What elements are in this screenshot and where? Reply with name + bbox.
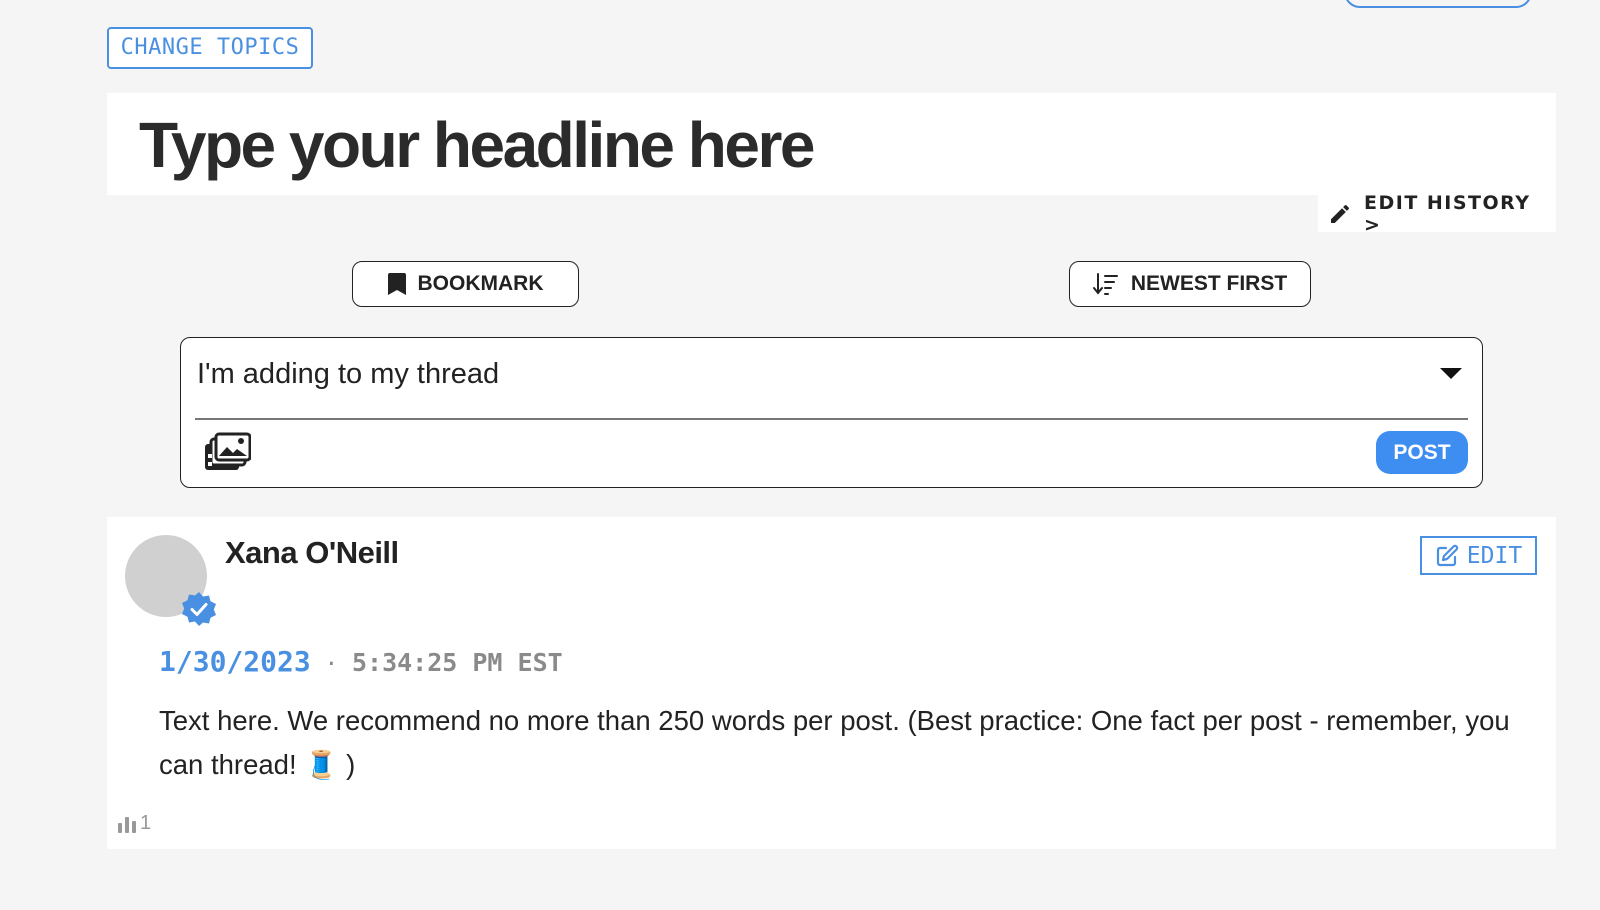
sort-label: NEWEST FIRST — [1130, 272, 1288, 295]
post-composer: I'm adding to my thread POST — [180, 337, 1483, 488]
headline[interactable]: Type your headline here — [139, 105, 815, 185]
chevron-down-icon[interactable] — [1440, 368, 1462, 379]
post-timestamp: 1/30/2023 · 5:34:25 PM EST — [159, 645, 563, 678]
sort-descending-icon — [1092, 273, 1118, 295]
edit-history-label: EDIT HISTORY > — [1364, 191, 1531, 236]
bookmark-icon — [387, 273, 406, 295]
edit-square-icon — [1436, 544, 1458, 566]
headline-container[interactable]: Type your headline here — [107, 93, 1556, 195]
media-gallery-icon[interactable] — [205, 432, 251, 472]
bookmark-button[interactable]: BOOKMARK — [352, 261, 579, 307]
edit-history-link[interactable]: EDIT HISTORY > — [1318, 192, 1556, 236]
post-body: Text here. We recommend no more than 250… — [159, 705, 1510, 780]
pencil-icon — [1331, 204, 1350, 223]
view-count: 1 — [140, 812, 152, 834]
top-partial-button[interactable] — [1344, 0, 1532, 8]
thread-mode-select[interactable]: I'm adding to my thread — [197, 358, 499, 391]
sort-newest-first-button[interactable]: NEWEST FIRST — [1069, 261, 1311, 307]
edit-post-button[interactable]: EDIT — [1420, 536, 1537, 575]
bookmark-label: BOOKMARK — [417, 272, 544, 295]
thread-post: Xana O'Neill EDIT 1/30/2023 · 5:34:25 PM… — [107, 517, 1556, 849]
post-button[interactable]: POST — [1376, 431, 1468, 474]
post-date-link[interactable]: 1/30/2023 — [159, 645, 311, 678]
post-time: 5:34:25 PM EST — [351, 648, 563, 677]
author-name[interactable]: Xana O'Neill — [225, 535, 399, 571]
verified-badge-icon — [182, 592, 216, 626]
view-stats: 1 — [117, 812, 151, 835]
bar-chart-icon — [118, 816, 136, 833]
change-topics-button[interactable]: CHANGE TOPICS — [107, 27, 313, 69]
composer-divider — [195, 418, 1468, 420]
timestamp-separator: · — [324, 652, 338, 677]
edit-label: EDIT — [1466, 542, 1523, 569]
